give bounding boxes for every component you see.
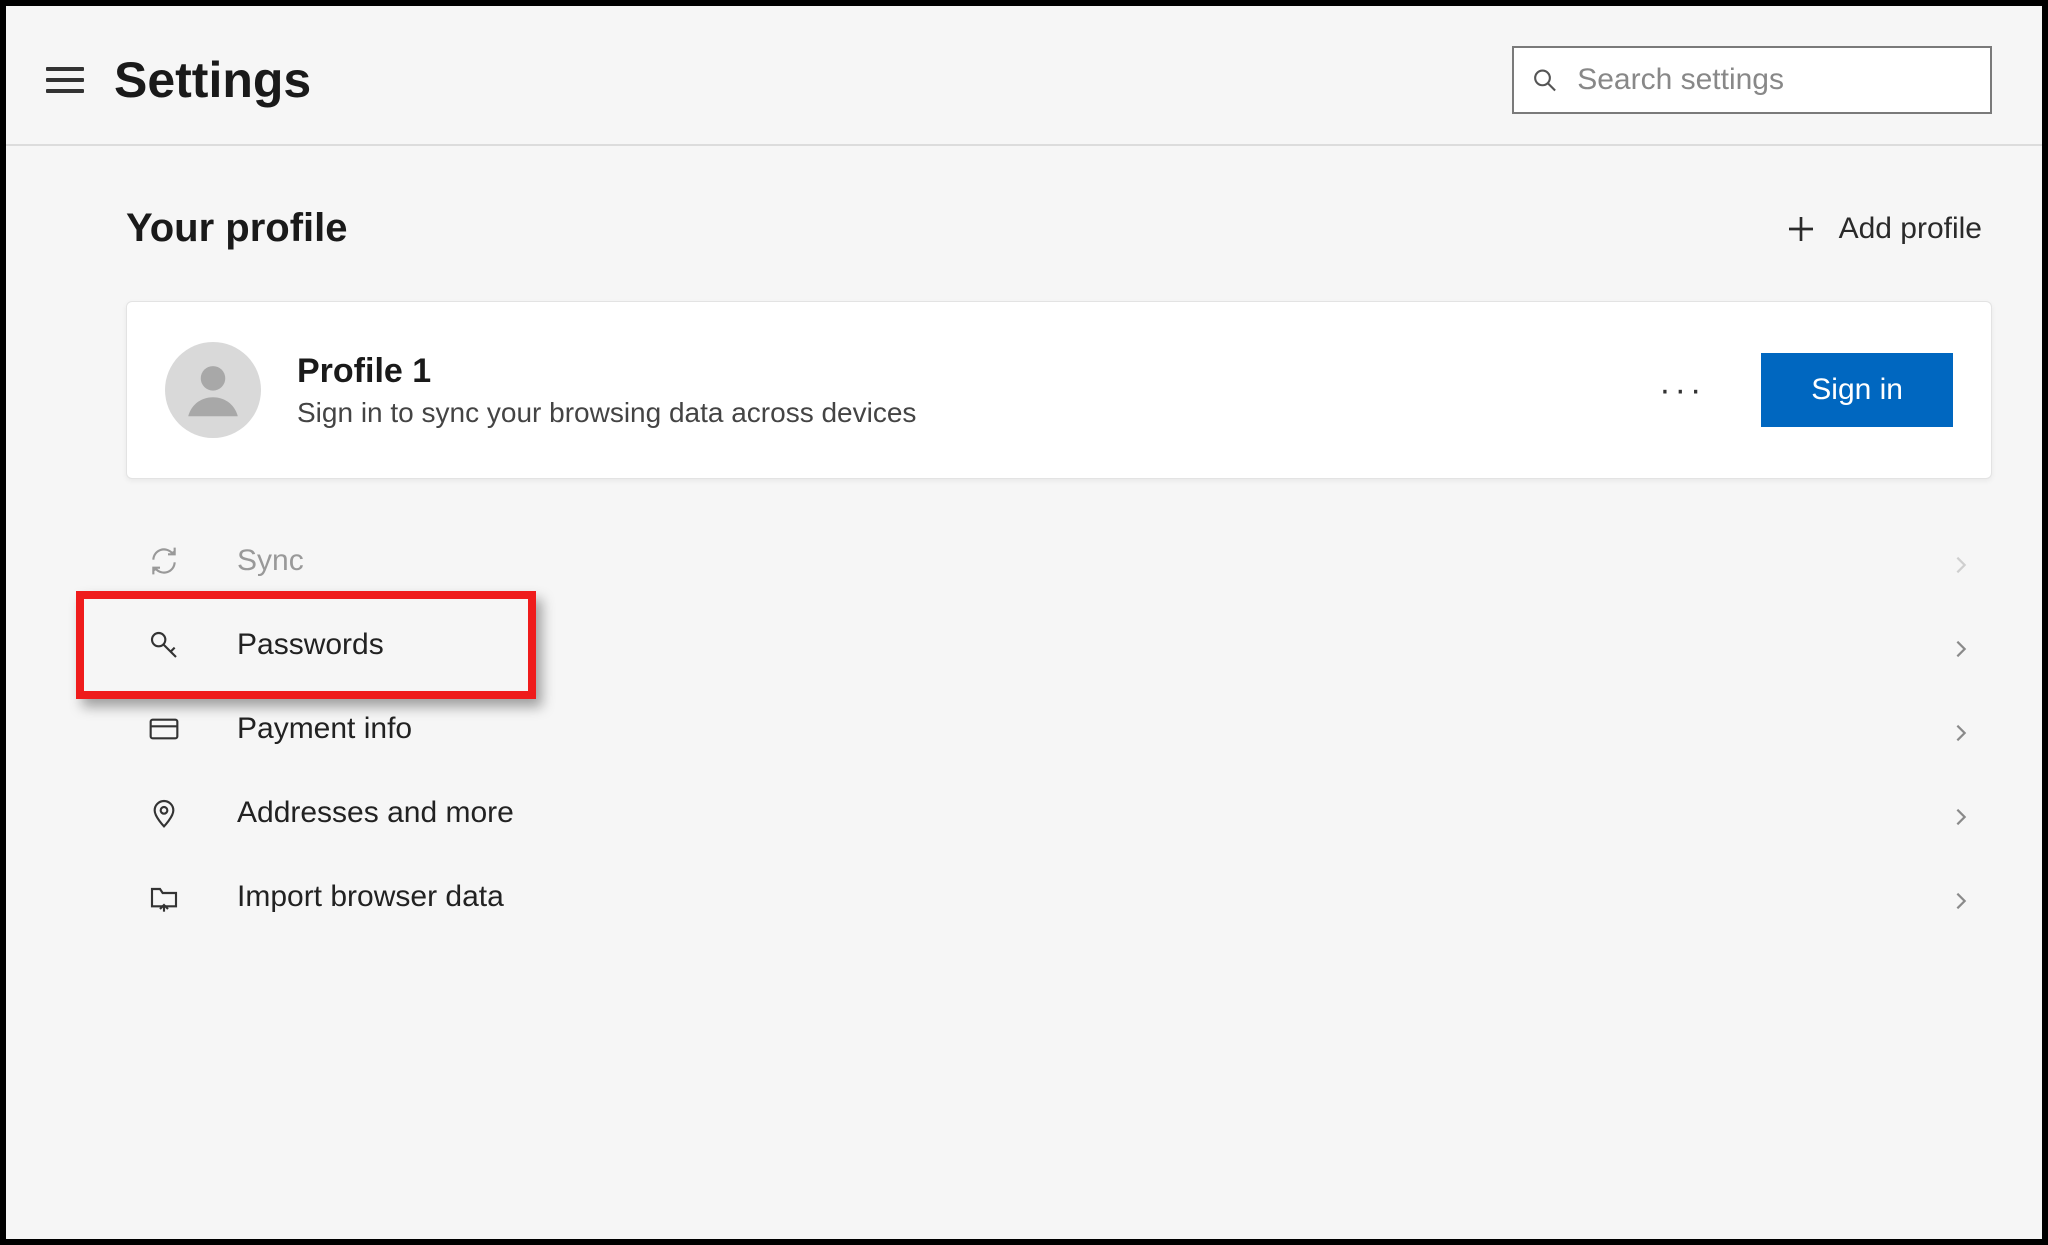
settings-item-label: Sync [237, 544, 304, 578]
hamburger-menu-icon[interactable] [46, 61, 84, 99]
addresses-icon [146, 795, 182, 831]
plus-icon [1785, 213, 1817, 245]
chevron-right-icon [1950, 634, 1972, 656]
sign-in-button[interactable]: Sign in [1761, 353, 1953, 427]
settings-item-label: Passwords [237, 628, 384, 662]
add-profile-button[interactable]: Add profile [1785, 212, 1982, 246]
settings-item-payment[interactable]: Payment info [126, 687, 1992, 771]
chevron-right-icon [1950, 550, 1972, 572]
search-input[interactable] [1575, 62, 1972, 98]
settings-item-import[interactable]: Import browser data [126, 855, 1992, 939]
payment-icon [146, 711, 182, 747]
passwords-icon [146, 627, 182, 663]
search-icon [1532, 66, 1557, 94]
import-icon [146, 879, 182, 915]
profile-description: Sign in to sync your browsing data acros… [297, 397, 1603, 429]
page-title: Settings [114, 51, 311, 109]
sync-icon [146, 543, 182, 579]
search-box[interactable] [1512, 46, 1992, 114]
settings-item-label: Payment info [237, 712, 412, 746]
avatar [165, 342, 261, 438]
settings-item-passwords[interactable]: Passwords [126, 603, 1992, 687]
profile-name: Profile 1 [297, 352, 1603, 391]
section-title: Your profile [126, 206, 347, 251]
person-icon [178, 355, 248, 425]
chevron-right-icon [1950, 802, 1972, 824]
settings-item-addresses[interactable]: Addresses and more [126, 771, 1992, 855]
chevron-right-icon [1950, 886, 1972, 908]
header: Settings [6, 6, 2042, 146]
add-profile-label: Add profile [1839, 212, 1982, 246]
profile-card: Profile 1 Sign in to sync your browsing … [126, 301, 1992, 479]
settings-item-sync: Sync [126, 519, 1992, 603]
more-options-button[interactable]: ··· [1639, 371, 1725, 410]
settings-item-label: Import browser data [237, 880, 504, 914]
chevron-right-icon [1950, 718, 1972, 740]
settings-item-label: Addresses and more [237, 796, 514, 830]
